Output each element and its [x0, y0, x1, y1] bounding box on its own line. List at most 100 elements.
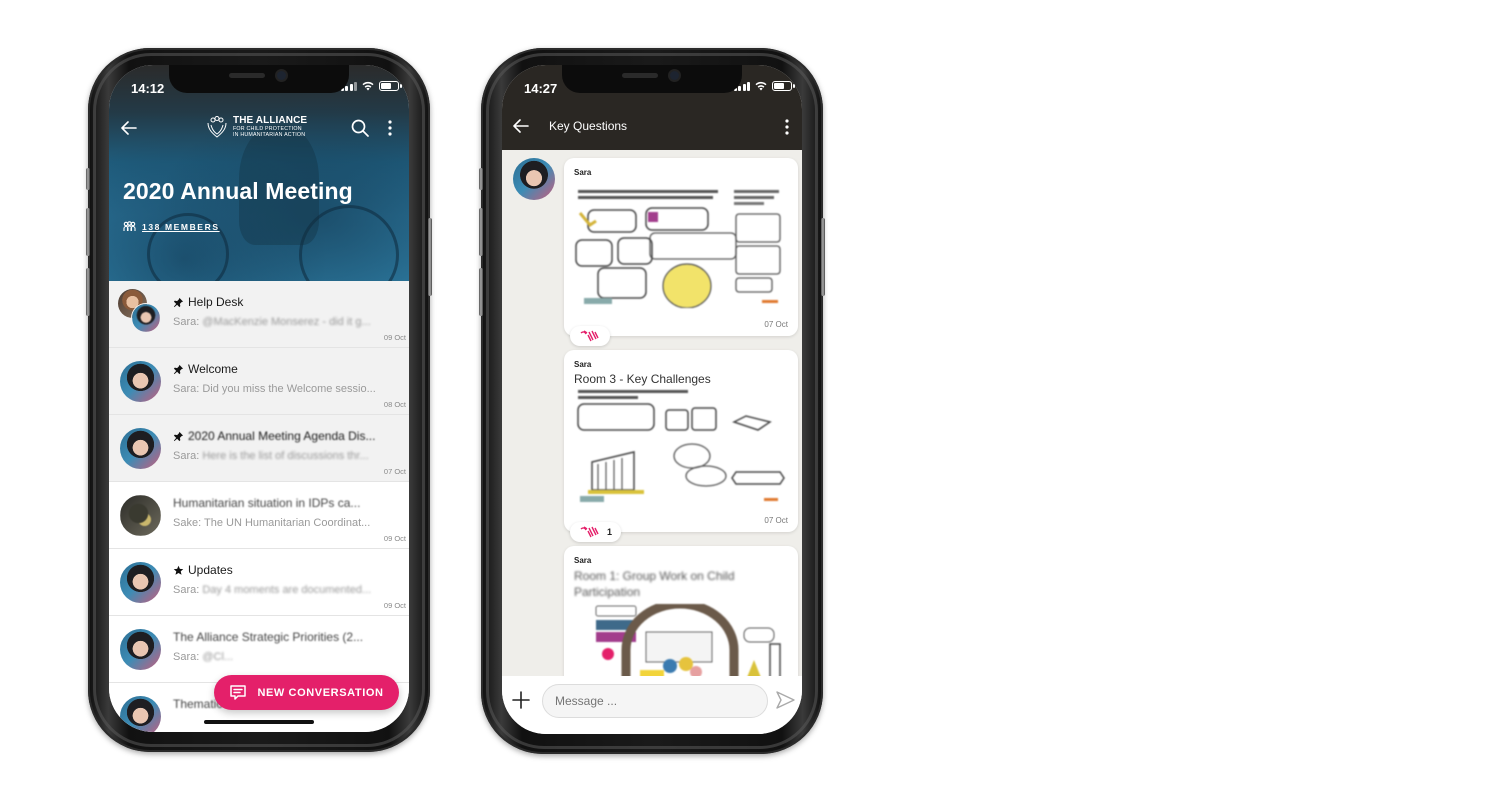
status-time: 14:27: [524, 81, 558, 96]
conversation-preview: Sara: @Cl...: [173, 651, 234, 663]
alliance-logo: THE ALLIANCE FOR CHILD PROTECTION IN HUM…: [205, 115, 307, 139]
mute-switch: [479, 168, 483, 190]
new-conversation-button[interactable]: NEW CONVERSATION: [214, 675, 399, 710]
mute-switch: [86, 168, 90, 190]
search-icon: [351, 119, 369, 137]
status-time: 14:12: [131, 81, 165, 96]
conversation-item[interactable]: The Alliance Strategic Priorities (2... …: [109, 616, 409, 683]
clapping-hands-icon: [580, 526, 599, 538]
message-thread: Sara 07 Oct Sara Room 3 - Key Challenges…: [502, 150, 802, 676]
arrow-left-icon: [121, 121, 137, 135]
members-icon: [123, 221, 136, 231]
more-options-button[interactable]: [383, 117, 397, 139]
conversation-title: Humanitarian situation in IDPs ca...: [173, 496, 361, 510]
wifi-icon: [755, 81, 767, 91]
chat-title: Key Questions: [549, 119, 628, 133]
avatar: [120, 629, 161, 670]
pin-icon: [173, 364, 184, 374]
screen-right: 14:27 Key Questions Sara 07 Oct Sara Roo…: [502, 65, 802, 734]
members-link[interactable]: 138 MEMBERS: [123, 221, 220, 232]
more-vertical-icon: [785, 119, 789, 135]
home-indicator[interactable]: [204, 720, 314, 724]
volume-up-button: [86, 208, 90, 256]
conversation-date: 07 Oct: [383, 467, 406, 476]
members-count: 138 MEMBERS: [142, 221, 220, 232]
message-card[interactable]: Sara 07 Oct: [564, 158, 798, 346]
send-icon: [776, 691, 795, 709]
send-button[interactable]: [774, 689, 796, 711]
conversation-date: 09 Oct: [383, 534, 406, 543]
avatar: [120, 495, 161, 536]
conversation-item[interactable]: Updates Sara: Day 4 moments are document…: [109, 549, 409, 616]
back-button[interactable]: [511, 116, 531, 136]
conversation-list: Help Desk Sara: @MacKenzie Monserez - di…: [109, 281, 409, 732]
conversation-title: The Alliance Strategic Priorities (2...: [173, 630, 364, 644]
avatar: [120, 562, 161, 603]
back-button[interactable]: [119, 118, 139, 138]
sketchnote-image[interactable]: [574, 604, 788, 676]
pin-icon: [173, 431, 184, 441]
conversation-preview: Sara: @MacKenzie Monserez - did it g...: [173, 316, 371, 328]
group-title: 2020 Annual Meeting: [123, 178, 353, 204]
conversation-item[interactable]: Humanitarian situation in IDPs ca... Sak…: [109, 482, 409, 549]
message-heading: Room 3 - Key Challenges: [574, 372, 711, 386]
conversation-preview: Sara: Day 4 moments are documented...: [173, 584, 372, 596]
power-button: [428, 218, 432, 296]
chat-bubble-icon: [230, 685, 247, 700]
message-sender: Sara: [574, 168, 592, 177]
pin-icon: [173, 297, 184, 307]
message-card[interactable]: Sara Room 1: Group Work on Child Partici…: [564, 546, 798, 676]
message-sender: Sara: [574, 556, 592, 565]
reaction-badge[interactable]: 1: [570, 522, 622, 542]
message-input[interactable]: [542, 684, 768, 718]
phone-frame-right: 14:27 Key Questions Sara 07 Oct Sara Roo…: [479, 48, 825, 754]
conversation-title: Help Desk: [173, 295, 243, 309]
volume-up-button: [479, 208, 483, 256]
volume-down-button: [86, 268, 90, 316]
more-vertical-icon: [388, 120, 392, 136]
volume-down-button: [479, 268, 483, 316]
conversation-title: 2020 Annual Meeting Agenda Dis...: [173, 429, 375, 443]
more-options-button[interactable]: [780, 116, 794, 138]
avatar: [120, 361, 161, 402]
conversation-preview: Sake: The UN Humanitarian Coordinat...: [173, 517, 371, 529]
message-card[interactable]: Sara Room 3 - Key Challenges 07 Oct 1: [564, 350, 798, 542]
conversation-title: Welcome: [173, 362, 238, 376]
reaction-count: 1: [607, 527, 613, 537]
plus-icon: [512, 691, 530, 709]
battery-icon: [379, 81, 402, 91]
conversation-item[interactable]: 2020 Annual Meeting Agenda Dis... Sara: …: [109, 415, 409, 482]
message-sender: Sara: [574, 360, 592, 369]
battery-icon: [772, 81, 795, 91]
conversation-item[interactable]: Help Desk Sara: @MacKenzie Monserez - di…: [109, 281, 409, 348]
power-button: [821, 218, 825, 296]
brand-name: THE ALLIANCE: [233, 114, 308, 126]
conversation-preview: Sara: Did you miss the Welcome sessio...: [173, 383, 376, 395]
phone-frame-left: 14:12 THE ALLIANCE FOR CHILD PROTECTION …: [86, 48, 432, 752]
star-icon: [173, 565, 184, 575]
clapping-hands-icon: [580, 330, 599, 342]
reaction-badge[interactable]: [570, 326, 610, 346]
sketchnote-image[interactable]: [574, 188, 788, 308]
conversation-preview: Sara: Here is the list of discussions th…: [173, 450, 369, 462]
brand-tagline-2: IN HUMANITARIAN ACTION: [233, 132, 306, 138]
avatar: [120, 696, 161, 732]
screen-left: 14:12 THE ALLIANCE FOR CHILD PROTECTION …: [109, 65, 409, 732]
conversation-item[interactable]: Welcome Sara: Did you miss the Welcome s…: [109, 348, 409, 415]
avatar: [131, 303, 161, 333]
conversation-date: 09 Oct: [383, 601, 406, 610]
conversation-title: Updates: [173, 563, 233, 577]
avatar: [120, 428, 161, 469]
attach-button[interactable]: [510, 689, 532, 711]
hands-logo-icon: [207, 116, 227, 138]
avatar: [513, 158, 555, 200]
message-date: 07 Oct: [764, 320, 788, 329]
conversation-date: 08 Oct: [383, 400, 406, 409]
notch: [169, 65, 349, 93]
arrow-left-icon: [513, 119, 529, 133]
sketchnote-image[interactable]: [574, 390, 788, 505]
search-button[interactable]: [349, 117, 371, 139]
wifi-icon: [362, 81, 374, 91]
notch: [562, 65, 742, 93]
message-date: 07 Oct: [764, 516, 788, 525]
